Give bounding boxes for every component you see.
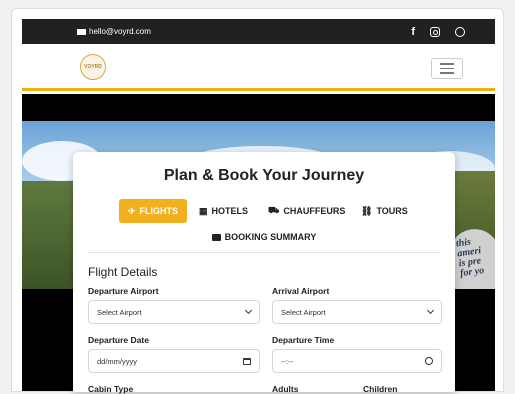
arrival-airport-label: Arrival Airport xyxy=(272,286,330,296)
divider xyxy=(87,252,441,253)
receipt-icon xyxy=(211,233,221,241)
adults-label: Adults xyxy=(272,384,299,394)
social-links: f xyxy=(411,19,465,44)
booking-tabs: ✈ FLIGHTS ▦ HOTELS ⛟ CHAUFFEURS ⛓ TOURS xyxy=(73,199,455,225)
chevron-down-icon xyxy=(426,306,435,315)
departure-time-label: Departure Time xyxy=(272,335,335,345)
main-navbar: VOYRD xyxy=(22,44,495,91)
tab-flights[interactable]: ✈ FLIGHTS xyxy=(119,199,188,223)
section-title: Flight Details xyxy=(88,265,158,279)
departure-time-input[interactable]: --:-- xyxy=(272,349,442,373)
cabin-type-label: Cabin Type xyxy=(88,384,134,394)
departure-airport-select[interactable]: Select Airport xyxy=(88,300,260,324)
brand-logo[interactable]: VOYRD xyxy=(80,54,106,80)
departure-airport-label: Departure Airport xyxy=(88,286,159,296)
arrival-airport-select[interactable]: Select Airport xyxy=(272,300,442,324)
hamburger-icon[interactable] xyxy=(431,58,463,79)
email-text: hello@voyrd.com xyxy=(89,27,151,36)
contact-email[interactable]: hello@voyrd.com xyxy=(77,19,151,44)
calendar-icon[interactable] xyxy=(243,357,251,365)
top-contact-bar: hello@voyrd.com f xyxy=(22,19,495,44)
booking-card: Plan & Book Your Journey ✈ FLIGHTS ▦ HOT… xyxy=(73,152,455,394)
tab-booking-summary[interactable]: BOOKING SUMMARY xyxy=(73,232,455,242)
plane-icon: ✈ xyxy=(128,205,136,216)
hotel-icon: ▦ xyxy=(199,205,208,216)
instagram-icon[interactable] xyxy=(430,26,440,37)
hero-top-band xyxy=(22,94,495,121)
tab-hotels[interactable]: ▦ HOTELS xyxy=(199,199,248,223)
whatsapp-icon[interactable] xyxy=(455,26,465,37)
tours-icon: ⛓ xyxy=(361,205,373,216)
tab-chauffeurs[interactable]: ⛟ CHAUFFEURS xyxy=(268,199,345,223)
page-title: Plan & Book Your Journey xyxy=(163,167,365,184)
facebook-icon[interactable]: f xyxy=(411,26,415,38)
clock-icon[interactable] xyxy=(425,357,433,365)
departure-date-input[interactable]: dd/mm/yyyy xyxy=(88,349,260,373)
envelope-icon xyxy=(77,28,86,35)
tab-tours[interactable]: ⛓ TOURS xyxy=(361,199,408,223)
chevron-down-icon xyxy=(244,306,253,315)
children-label: Children xyxy=(363,384,398,394)
car-icon: ⛟ xyxy=(268,205,280,215)
departure-date-label: Departure Date xyxy=(88,335,149,345)
